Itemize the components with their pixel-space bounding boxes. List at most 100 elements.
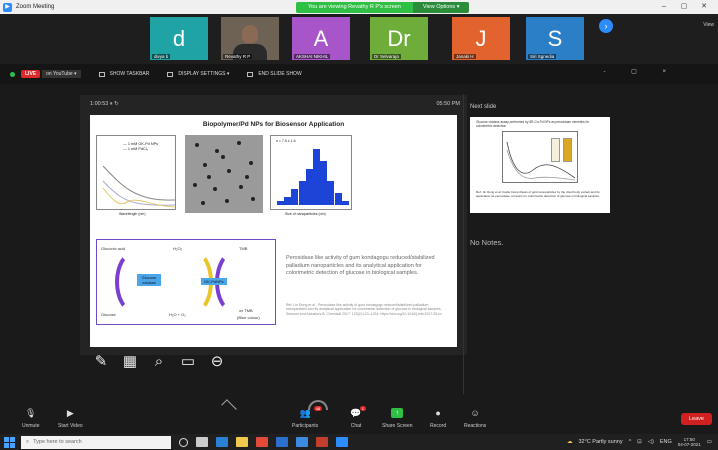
participant-tile[interactable]: Dr Dr Selvaraja	[370, 17, 428, 60]
close-button[interactable]: ✕	[694, 0, 714, 14]
mail-icon[interactable]	[296, 437, 308, 447]
minimize-button[interactable]: –	[654, 0, 674, 14]
schematic-label: Glucose	[101, 312, 116, 317]
histogram-bar	[341, 201, 349, 205]
see-all-slides-icon[interactable]: ▦	[119, 350, 141, 372]
pen-icon[interactable]: ✎	[90, 350, 112, 372]
zoom-app-icon[interactable]	[336, 437, 348, 447]
network-icon[interactable]: ⊡	[637, 439, 642, 445]
pane-divider[interactable]	[463, 94, 464, 394]
glucose-oxidase-box: Glucose oxidase	[137, 274, 161, 286]
camera-toggle-icon[interactable]: ▭	[177, 350, 199, 372]
participant-initial: d	[172, 25, 186, 51]
histogram-bar	[327, 181, 335, 205]
live-badge: LIVE	[21, 70, 41, 78]
window-title: Zoom Meeting	[16, 4, 55, 10]
participant-name: Revathy R P	[223, 54, 253, 59]
gk-pdnps-box: GK-PdNPs	[201, 278, 227, 285]
record-button[interactable]: ● Record	[430, 408, 446, 429]
histogram-bar	[291, 189, 299, 205]
size-histogram: n = 7.5 ± 1.6 Size of nanoparticles (nm)	[270, 135, 352, 216]
participant-name: AKSHAI NIKHIL	[294, 54, 331, 59]
chat-label: Chat	[350, 423, 362, 429]
windows-taskbar: ⌕ Type here to search ☁ 32°C Partly sunn…	[0, 434, 718, 450]
speaker-notes[interactable]: No Notes.	[470, 238, 503, 247]
schematic-label: TMB	[239, 246, 248, 251]
presenter-tools: ✎ ▦ ⌕ ▭ ⊖	[90, 350, 235, 372]
schematic-label: H₂O + O₂	[169, 312, 186, 317]
slideshow-window-controls[interactable]: - ▢ ×	[603, 68, 678, 75]
participants-label: Participants	[292, 423, 319, 429]
schematic-label: (Blue colour)	[237, 315, 260, 320]
next-participants-arrow-icon[interactable]: ›	[599, 19, 613, 33]
participant-tile[interactable]: S Siri Sgnedia	[526, 17, 584, 60]
participant-tile[interactable]: d divya b	[150, 17, 208, 60]
share-screen-arrow-icon: ↑	[391, 408, 404, 418]
leave-button[interactable]: Leave	[681, 413, 712, 425]
unmute-button[interactable]: 🎙 Unmute	[22, 407, 40, 430]
edge-browser-icon[interactable]	[216, 437, 228, 447]
participant-initial: J	[475, 25, 487, 51]
file-explorer-icon[interactable]	[236, 437, 248, 447]
show-taskbar-button[interactable]: SHOW TASKBAR	[98, 71, 149, 77]
slide-caption: Peroxidase like activity of gum kondagog…	[286, 255, 435, 276]
live-indicator[interactable]: LIVE on YouTube ▾	[10, 70, 81, 78]
next-slide-preview[interactable]: Glucose oxidase assay performed by 8R-Cn…	[470, 117, 610, 213]
uv-vis-spectrum-figure: — 1 mM GK-Pd NPs — 1 mM PdCl₂ Wavelength…	[96, 135, 176, 216]
taskbar-clock[interactable]: 17:50 04-07-2021	[678, 437, 701, 447]
participant-tile[interactable]: Revathy R P	[221, 17, 279, 60]
display-settings-button[interactable]: DISPLAY SETTINGS ▾	[167, 71, 229, 77]
participant-tile[interactable]: J Janaki H	[452, 17, 510, 60]
maximize-button[interactable]: ▢	[674, 0, 694, 14]
reactions-button[interactable]: ☺ Reactions	[464, 408, 486, 429]
histogram-x-label: Size of nanoparticles (nm)	[285, 212, 326, 216]
histogram-bar	[284, 197, 292, 205]
microphone-muted-icon: 🎙	[25, 407, 37, 418]
windows-start-icon[interactable]	[3, 436, 15, 448]
participant-video-face	[242, 25, 258, 43]
slide-title: Biopolymer/Pd NPs for Biosensor Applicat…	[202, 121, 345, 128]
powerpoint-icon[interactable]	[316, 437, 328, 447]
volume-icon[interactable]: ◁)	[648, 439, 654, 445]
next-slide-title: Glucose oxidase assay performed by 8R-Cn…	[476, 120, 590, 128]
chrome-browser-icon[interactable]	[256, 437, 268, 447]
presentation-timer[interactable]: 1:00:53 ⏸ ↻	[90, 101, 119, 108]
video-camera-off-icon: ▶	[66, 407, 74, 418]
schematic-label: Gluconic acid	[101, 246, 126, 251]
participant-initial: Dr	[387, 25, 411, 51]
more-options-icon[interactable]: ⊖	[206, 350, 228, 372]
store-icon[interactable]	[276, 437, 288, 447]
next-slide-label: Next slide	[470, 104, 497, 110]
taskbar-search-box[interactable]: ⌕ Type here to search	[21, 435, 171, 449]
tem-micrograph-image	[185, 135, 263, 213]
view-options-button[interactable]: View Options ▾	[412, 2, 470, 13]
weather-text[interactable]: 32°C Partly sunny	[578, 439, 622, 445]
histogram-bar	[298, 181, 306, 205]
start-video-button[interactable]: ▶ Start Video	[58, 407, 83, 430]
weather-icon[interactable]: ☁	[567, 439, 573, 445]
chat-unread-badge: 1	[359, 406, 366, 411]
end-slide-show-button[interactable]: END SLIDE SHOW	[247, 71, 302, 77]
monitor-icon	[167, 71, 174, 77]
view-toggle[interactable]: View	[703, 22, 714, 28]
histogram-bar	[334, 193, 342, 205]
zoom-magnifier-icon[interactable]: ⌕	[148, 350, 170, 372]
next-slide-plot	[502, 131, 578, 183]
participant-initial: A	[313, 25, 329, 51]
spectrum-legend: — 1 mM GK-Pd NPs — 1 mM PdCl₂	[123, 142, 158, 151]
unmute-label: Unmute	[22, 423, 40, 429]
chat-button[interactable]: 💬 1 Chat	[350, 406, 366, 429]
meeting-toolbar: 🎙 Unmute ▶ Start Video 👥 48 Participants…	[0, 400, 718, 434]
share-screen-button[interactable]: ↑ Share Screen	[382, 408, 413, 429]
cortana-icon[interactable]	[179, 437, 188, 447]
notifications-icon[interactable]: ▭	[707, 439, 712, 445]
histogram-annotation: n = 7.5 ± 1.6	[276, 139, 296, 143]
histogram-bar	[313, 149, 320, 205]
language-indicator[interactable]: ENG	[660, 439, 672, 445]
participant-tile[interactable]: A AKSHAI NIKHIL	[292, 17, 350, 60]
tray-chevron-icon[interactable]: ^	[629, 439, 632, 445]
vial-icon	[563, 138, 572, 162]
task-view-icon[interactable]	[196, 437, 208, 447]
participants-button[interactable]: 👥 48 Participants	[292, 406, 323, 429]
live-on-youtube[interactable]: on YouTube ▾	[42, 70, 81, 78]
